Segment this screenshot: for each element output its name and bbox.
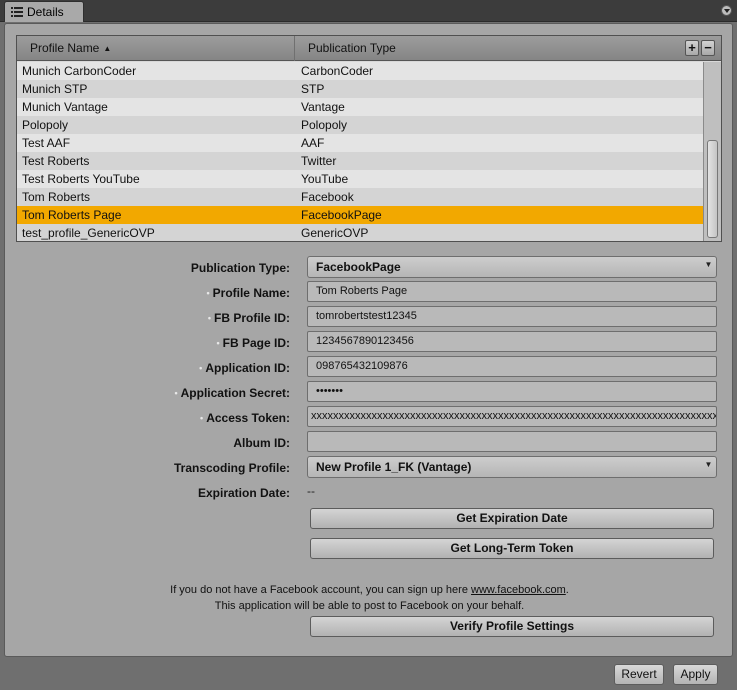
column-header-profile-name[interactable]: Profile Name ▲	[17, 36, 295, 61]
table-row[interactable]: Test Roberts Twitter	[17, 152, 703, 170]
expiration-date-label: Expiration Date:	[197, 486, 290, 500]
cell-publication-type: AAF	[301, 136, 325, 150]
required-bullet-icon: •	[200, 413, 204, 423]
cell-profile-name: Test AAF	[22, 136, 71, 150]
album-id-label: Album ID:	[233, 436, 290, 450]
cell-publication-type: Facebook	[301, 190, 354, 204]
publication-type-select[interactable]: FacebookPage ▼	[307, 256, 717, 278]
revert-button[interactable]: Revert	[614, 664, 664, 685]
access-token-field[interactable]: xxxxxxxxxxxxxxxxxxxxxxxxxxxxxxxxxxxxxxxx…	[307, 406, 717, 427]
application-id-field[interactable]: 098765432109876	[307, 356, 717, 377]
tab-label: Details	[27, 5, 64, 19]
access-token-label: • Access Token:	[200, 411, 290, 425]
chevron-down-icon: ▼	[704, 260, 713, 269]
required-bullet-icon: •	[206, 288, 210, 298]
cell-profile-name: Test Roberts	[22, 154, 90, 168]
album-id-field[interactable]	[307, 431, 717, 452]
application-secret-label: • Application Secret:	[174, 386, 290, 400]
cell-profile-name: Tom Roberts Page	[22, 208, 122, 222]
tab-details[interactable]: Details	[4, 1, 84, 22]
fb-profile-id-field[interactable]: tomrobertstest12345	[307, 306, 717, 327]
table-row[interactable]: Munich Vantage Vantage	[17, 98, 703, 116]
cell-profile-name: Test Roberts YouTube	[22, 172, 140, 186]
signup-note: If you do not have a Facebook account, y…	[170, 584, 569, 596]
fb-page-id-label: • FB Page ID:	[216, 336, 291, 350]
cell-publication-type: Vantage	[301, 100, 345, 114]
permission-note: This application will be able to post to…	[214, 600, 525, 612]
sort-ascending-icon: ▲	[103, 44, 112, 53]
tab-bar: Details	[0, 0, 737, 22]
add-profile-button[interactable]: +	[685, 40, 699, 56]
scrollbar-thumb[interactable]	[707, 140, 718, 238]
facebook-link[interactable]: www.facebook.com	[471, 584, 566, 596]
get-long-term-token-button[interactable]: Get Long-Term Token	[310, 538, 714, 559]
cell-publication-type: Twitter	[301, 154, 337, 168]
fb-profile-id-label: • FB Profile ID:	[207, 311, 290, 325]
table-row-selected[interactable]: Tom Roberts Page FacebookPage	[17, 206, 703, 224]
verify-profile-settings-button[interactable]: Verify Profile Settings	[310, 616, 714, 637]
table-row[interactable]: Munich CarbonCoder CarbonCoder	[17, 62, 703, 80]
cell-publication-type: CarbonCoder	[301, 64, 374, 78]
profile-table: Profile Name ▲ Publication Type + − Munic…	[16, 35, 722, 242]
required-bullet-icon: •	[216, 338, 220, 348]
required-bullet-icon: •	[199, 363, 203, 373]
chevron-down-icon: ▼	[704, 460, 713, 469]
table-body: Munich CarbonCoder CarbonCoder Munich STP…	[17, 62, 703, 241]
table-row[interactable]: Test Roberts YouTube YouTube	[17, 170, 703, 188]
cell-profile-name: Munich Vantage	[22, 100, 108, 114]
profile-name-field[interactable]: Tom Roberts Page	[307, 281, 717, 302]
cell-publication-type: GenericOVP	[301, 226, 369, 240]
cell-profile-name: Polopoly	[22, 118, 69, 132]
cell-profile-name: Tom Roberts	[22, 190, 91, 204]
transcoding-profile-select[interactable]: New Profile 1_FK (Vantage) ▼	[307, 456, 717, 478]
table-row[interactable]: Tom Roberts Facebook	[17, 188, 703, 206]
get-expiration-date-button[interactable]: Get Expiration Date	[310, 508, 714, 529]
cell-publication-type: Polopoly	[301, 118, 348, 132]
application-id-label: • Application ID:	[199, 361, 290, 375]
remove-profile-button[interactable]: −	[701, 40, 715, 56]
cell-publication-type: FacebookPage	[301, 208, 382, 222]
apply-button[interactable]: Apply	[673, 664, 718, 685]
table-row[interactable]: Munich STP STP	[17, 80, 703, 98]
fb-page-id-field[interactable]: 1234567890123456	[307, 331, 717, 352]
application-secret-field[interactable]: •••••••	[307, 381, 717, 402]
cell-profile-name: Munich CarbonCoder	[22, 64, 137, 78]
transcoding-profile-label: Transcoding Profile:	[173, 461, 290, 475]
expiration-date-value: --	[307, 484, 315, 498]
table-row[interactable]: Polopoly Polopoly	[17, 116, 703, 134]
cell-publication-type: STP	[301, 82, 325, 96]
required-bullet-icon: •	[174, 388, 178, 398]
table-scrollbar[interactable]	[703, 62, 721, 241]
panel-menu-icon[interactable]	[721, 5, 732, 16]
cell-profile-name: test_profile_GenericOVP	[22, 226, 155, 240]
column-header-publication-type[interactable]: Publication Type	[295, 36, 681, 61]
table-header: Profile Name ▲ Publication Type + −	[17, 36, 721, 61]
details-panel: Profile Name ▲ Publication Type + − Munic…	[4, 23, 733, 657]
profile-name-label: • Profile Name:	[206, 286, 290, 300]
cell-profile-name: Munich STP	[22, 82, 88, 96]
cell-publication-type: YouTube	[301, 172, 349, 186]
table-row[interactable]: test_profile_GenericOVP GenericOVP	[17, 224, 703, 241]
table-row[interactable]: Test AAF AAF	[17, 134, 703, 152]
required-bullet-icon: •	[207, 313, 211, 323]
list-icon	[11, 7, 23, 17]
publication-type-label: Publication Type:	[190, 261, 290, 275]
